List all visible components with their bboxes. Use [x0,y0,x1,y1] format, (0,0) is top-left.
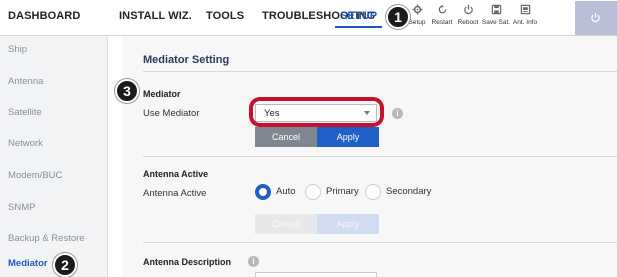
reboot-tool-button[interactable]: Reboot [453,4,483,26]
info-icon[interactable]: i [392,108,403,119]
radio-secondary-label: Secondary [386,186,432,197]
tab-setup[interactable]: SETUP [340,10,377,22]
sidebar-item-antenna[interactable]: Antenna [8,76,43,87]
tab-tools[interactable]: TOOLS [206,10,244,22]
callout-badge-3: 3 [115,79,139,103]
tab-dashboard[interactable]: DASHBOARD [8,10,80,22]
ant-info-tool-button[interactable]: Ant. Info [510,4,540,26]
sidebar-item-satellite[interactable]: Satellite [8,107,42,118]
antenna-description-input[interactable] [255,272,377,277]
page-title: Mediator Setting [143,54,230,66]
main-content: Mediator Setting Mediator Use Mediator Y… [108,36,617,277]
settings-panel: Mediator Setting Mediator Use Mediator Y… [122,36,617,277]
divider [143,71,617,72]
sidebar-item-snmp[interactable]: SNMP [8,202,35,213]
sidebar-item-backup-restore[interactable]: Backup & Restore [8,233,85,244]
mediator-section-title: Mediator [143,89,181,99]
top-nav: DASHBOARD INSTALL WIZ. TOOLS TROUBLESHOO… [0,0,617,36]
power-icon [453,4,483,18]
mediator-cancel-button[interactable]: Cancel [255,127,317,147]
divider [143,242,617,243]
radio-circle-selected [255,184,271,200]
sidebar-item-ship[interactable]: Ship [8,44,27,55]
save-sat-tool-label: Save Sat. [481,19,511,26]
sidebar-item-modem-buc[interactable]: Modem/BUC [8,170,62,181]
use-mediator-label: Use Mediator [143,108,200,119]
divider [143,156,617,157]
antenna-active-label: Antenna Active [143,188,207,199]
radio-circle [365,184,381,200]
radio-primary-label: Primary [326,186,359,197]
highlight-outline [249,97,384,127]
radio-auto-label: Auto [276,186,296,197]
info-card-icon [510,4,540,18]
sidebar-item-mediator[interactable]: Mediator [8,258,48,269]
app-window: DASHBOARD INSTALL WIZ. TOOLS TROUBLESHOO… [0,0,617,277]
reboot-tool-label: Reboot [457,19,479,26]
active-tab-indicator [335,26,382,28]
callout-badge-1: 1 [386,5,410,29]
antenna-active-apply-button[interactable]: Apply [317,214,379,234]
radio-circle [305,184,321,200]
save-icon [481,4,511,18]
antenna-active-section-title: Antenna Active [143,169,209,179]
sidebar-item-network[interactable]: Network [8,138,43,149]
info-icon[interactable]: i [248,256,259,267]
tab-install-wiz[interactable]: INSTALL WIZ. [119,10,192,22]
antenna-active-cancel-button[interactable]: Cancel [255,214,317,234]
save-sat-tool-button[interactable]: Save Sat. [481,4,511,26]
power-button[interactable] [575,1,617,35]
sidebar: Ship Antenna Satellite Network Modem/BUC… [0,36,108,277]
power-icon [591,12,600,23]
antenna-description-section-title: Antenna Description [143,257,232,267]
mediator-apply-button[interactable]: Apply [317,127,379,147]
ant-info-tool-label: Ant. Info [512,19,538,26]
callout-badge-2: 2 [53,253,77,277]
